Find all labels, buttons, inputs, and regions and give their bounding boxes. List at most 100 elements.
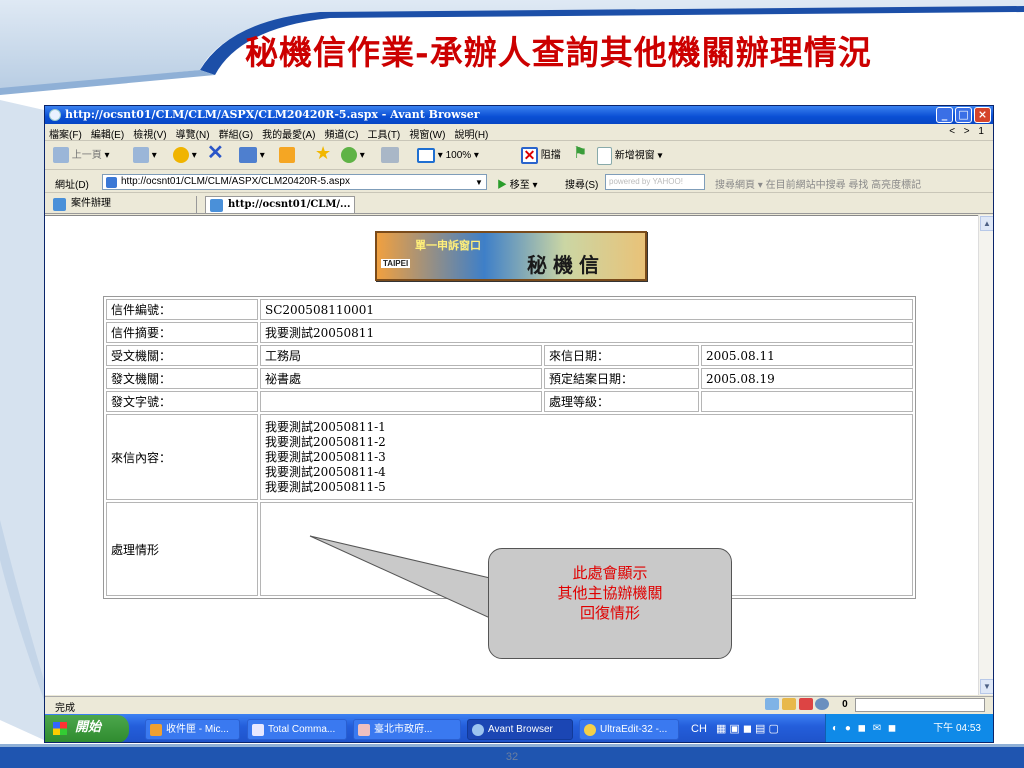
back-button-label: 上一頁 xyxy=(71,150,102,161)
ultraedit-icon xyxy=(584,724,596,736)
sending-agency-value: 祕書處 xyxy=(260,368,542,389)
address-input[interactable]: http://ocsnt01/CLM/CLM/ASPX/CLM20420R-5.… xyxy=(102,174,487,190)
address-bar: 網址(D) http://ocsnt01/CLM/CLM/ASPX/CLM204… xyxy=(45,171,993,193)
minimize-button[interactable]: _ xyxy=(936,107,953,123)
window-arrange-controls[interactable]: < > 1 xyxy=(949,126,987,137)
table-row: 信件摘要： 我要測試20050811 xyxy=(106,322,913,343)
task-label: Total Comma... xyxy=(268,724,336,735)
language-bar: CH ▦ ▣ ◼ ▤ ▢ xyxy=(685,714,825,742)
address-dropdown-icon[interactable]: ▼ xyxy=(475,178,483,187)
callout-line: 回復情形 xyxy=(579,604,640,622)
menu-bar: 檔案(F) 編輯(E) 檢視(V) 導覽(N) 群組(G) 我的最愛(A) 頻道… xyxy=(45,124,993,141)
callout-line: 此處會顯示 xyxy=(572,564,648,582)
task-taipei-gov[interactable]: 臺北市政府... xyxy=(353,719,461,740)
zoom-button[interactable]: ▾ 100% ▾ xyxy=(417,147,479,165)
priority-value xyxy=(701,391,913,412)
flash-filter-icon[interactable]: ⚑ xyxy=(573,145,587,163)
menu-file[interactable]: 檔案(F) xyxy=(45,124,84,141)
sending-agency-label: 發文機關： xyxy=(106,368,258,389)
back-button[interactable]: 上一頁 ▾ xyxy=(53,147,110,165)
tray-icons[interactable]: ◐ ● ◼ ✉ ◼ xyxy=(832,723,898,734)
start-button[interactable]: 開始 xyxy=(45,715,129,742)
ime-indicator[interactable]: CH xyxy=(691,723,707,735)
menu-view[interactable]: 檢視(V) xyxy=(129,124,168,141)
new-window-button[interactable]: 新增視窗 ▾ xyxy=(597,147,663,165)
document-icon xyxy=(358,724,370,736)
refresh-button[interactable]: ▾ xyxy=(173,147,197,165)
menu-tools[interactable]: 工具(T) xyxy=(363,124,402,141)
content-value: 我要測試20050811-1 我要測試20050811-2 我要測試200508… xyxy=(260,414,913,500)
task-avant-browser[interactable]: Avant Browser xyxy=(467,719,573,740)
block-icon: ✕ xyxy=(521,147,538,164)
task-total-commander[interactable]: Total Comma... xyxy=(247,719,347,740)
summary-value: 我要測試20050811 xyxy=(260,322,913,343)
table-row: 發文機關： 祕書處 預定結案日期： 2005.08.19 xyxy=(106,368,913,389)
favorites-star-icon[interactable]: ★ xyxy=(315,144,331,162)
go-button[interactable]: ▶ 移至 ▾ xyxy=(497,176,538,191)
clock: 下午 04:53 xyxy=(933,723,981,734)
print-icon[interactable] xyxy=(381,147,399,165)
page-icon xyxy=(106,177,117,188)
menu-edit[interactable]: 編輯(E) xyxy=(87,124,126,141)
callout-line: 其他主協辦機關 xyxy=(557,584,663,602)
menu-favorites[interactable]: 我的最愛(A) xyxy=(258,124,317,141)
ime-icons[interactable]: ▦ ▣ ◼ ▤ ▢ xyxy=(716,723,779,735)
tab-label: 案件辦理 xyxy=(71,198,111,209)
search-options[interactable]: 搜尋網頁 ▾ 在目前網站中搜尋 尋找 高亮度標記 xyxy=(715,176,921,191)
task-label: Avant Browser xyxy=(488,724,553,735)
system-tray: ◐ ● ◼ ✉ ◼ 下午 04:53 xyxy=(825,714,993,742)
task-ultraedit[interactable]: UltraEdit-32 -... xyxy=(579,719,679,740)
menu-group[interactable]: 群組(G) xyxy=(215,124,255,141)
letter-no-label: 信件編號： xyxy=(106,299,258,320)
maximize-button[interactable]: □ xyxy=(955,107,972,123)
task-outlook[interactable]: 收件匣 - Mic... xyxy=(145,719,240,740)
zoom-icon xyxy=(417,147,435,163)
receiving-agency-value: 工務局 xyxy=(260,345,542,366)
status-progress-box xyxy=(855,698,985,712)
tab-current-page[interactable]: http://ocsnt01/CLM/... xyxy=(205,196,355,213)
content-line: 我要測試20050811-2 xyxy=(265,434,386,449)
block-status-icon[interactable] xyxy=(798,698,813,710)
history-button[interactable]: ▾ xyxy=(341,147,365,165)
scroll-up-icon[interactable]: ▲ xyxy=(980,216,993,231)
table-row: 信件編號： SC200508110001 xyxy=(106,299,913,320)
popup-status-icon[interactable] xyxy=(765,698,779,710)
windows-flag-icon xyxy=(53,722,67,735)
windows-taskbar: 開始 收件匣 - Mic... Total Comma... 臺北市政府... … xyxy=(45,714,993,742)
due-date-label: 預定結案日期： xyxy=(544,368,699,389)
menu-window[interactable]: 視窗(W) xyxy=(405,124,447,141)
house-icon[interactable] xyxy=(279,147,295,165)
menu-channel[interactable]: 頻道(C) xyxy=(321,124,361,141)
window-titlebar[interactable]: http://ocsnt01/CLM/CLM/ASPX/CLM20420R-5.… xyxy=(45,106,993,124)
receiving-agency-label: 受文機關： xyxy=(106,345,258,366)
stop-icon[interactable]: ✕ xyxy=(207,143,224,163)
navigation-toolbar: 上一頁 ▾ ▾ ▾ ✕ ▾ ★ ▾ ▾ 100% ▾ ✕ 阻擋 ⚑ 新增視窗 ▾ xyxy=(45,142,993,170)
due-date-value: 2005.08.19 xyxy=(701,368,913,389)
popup-block-button[interactable]: ✕ 阻擋 xyxy=(521,147,561,165)
menu-navigate[interactable]: 導覽(N) xyxy=(172,124,212,141)
doc-no-value xyxy=(260,391,542,412)
scroll-down-icon[interactable]: ▼ xyxy=(980,679,993,694)
tab-bar: 案件辦理 http://ocsnt01/CLM/... xyxy=(45,194,993,214)
close-button[interactable]: × xyxy=(974,107,991,123)
callout-box: 此處會顯示 其他主協辦機關 回復情形 xyxy=(488,548,732,659)
privacy-status-icon[interactable] xyxy=(815,698,830,710)
total-commander-icon xyxy=(252,724,264,736)
home-button[interactable]: ▾ xyxy=(239,147,265,165)
zoom-level: 100% xyxy=(445,150,472,161)
tab-case-handling[interactable]: 案件辦理 xyxy=(49,196,197,213)
vertical-scrollbar[interactable]: ▲ ▼ xyxy=(978,215,993,695)
flash-status-icon[interactable] xyxy=(781,698,796,710)
handling-label: 處理情形 xyxy=(106,502,258,596)
browser-app-icon xyxy=(49,109,61,121)
received-date-value: 2005.08.11 xyxy=(701,345,913,366)
menu-help[interactable]: 說明(H) xyxy=(451,124,491,141)
table-row: 受文機關： 工務局 來信日期： 2005.08.11 xyxy=(106,345,913,366)
doc-no-label: 發文字號： xyxy=(106,391,258,412)
forward-button[interactable]: ▾ xyxy=(133,147,157,165)
search-label: 搜尋(S) xyxy=(565,180,599,191)
table-row: 來信內容： 我要測試20050811-1 我要測試20050811-2 我要測試… xyxy=(106,414,913,500)
content-label: 來信內容： xyxy=(106,414,258,500)
search-input[interactable]: powered by YAHOO! xyxy=(605,174,705,190)
window-title: http://ocsnt01/CLM/CLM/ASPX/CLM20420R-5.… xyxy=(65,108,480,121)
